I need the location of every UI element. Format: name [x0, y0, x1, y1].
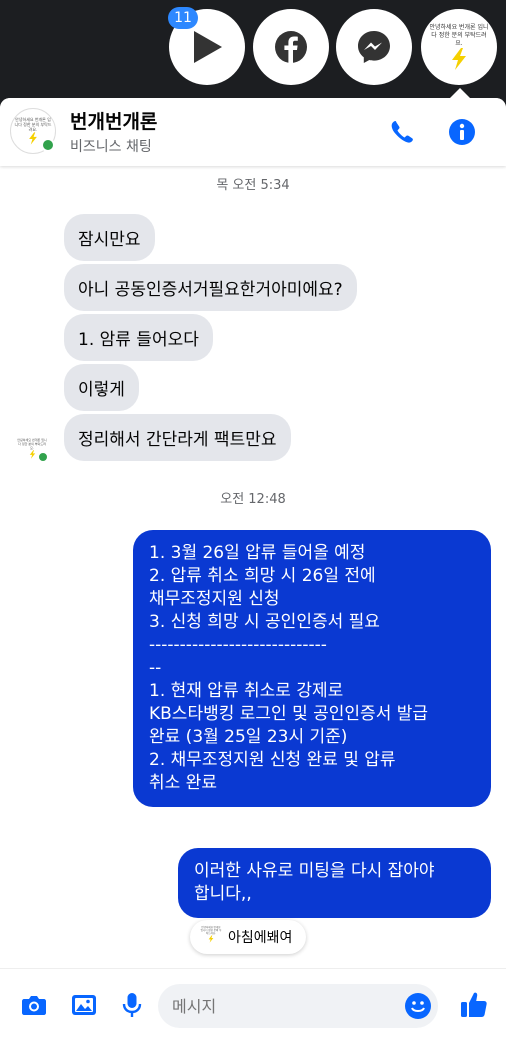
- sender-avatar-logo-text: 안녕하세요 번개론 입니다 정한 분의 부탁드려요.: [17, 437, 47, 450]
- typing-avatar-logo-text: 안녕하세요 번개론 입니다 정한 분의 부탁드려요.: [200, 926, 222, 935]
- unread-badge: 11: [168, 7, 198, 29]
- facebook-chat-head[interactable]: [253, 9, 329, 85]
- typing-name: 아침에봬여: [228, 930, 293, 946]
- lightning-icon: [29, 449, 35, 459]
- chat-heads-bar: 11 안녕하세요 번개론 입니다 정한 분의 부탁드려요.: [0, 0, 506, 98]
- incoming-message[interactable]: 아니 공동인증서거필요한거아미에요?: [64, 264, 357, 311]
- logo-text: 안녕하세요 번개론 입니다 정한 분의 부탁드려요.: [429, 24, 489, 47]
- contact-subtitle: 비즈니스 채팅: [70, 139, 152, 155]
- chat-panel: 안녕하세요 번개론 입니다 정한 분의 부탁드려요. 번개번개론 비즈니스 채팅…: [0, 98, 506, 1040]
- info-icon[interactable]: [448, 118, 476, 146]
- typing-indicator: 안녕하세요 번개론 입니다 정한 분의 부탁드려요. 아침에봬여: [190, 920, 307, 954]
- online-status-dot: [38, 452, 48, 462]
- message-input[interactable]: [158, 984, 438, 1028]
- bungae-chat-head[interactable]: 안녕하세요 번개론 입니다 정한 분의 부탁드려요.: [421, 9, 497, 85]
- microphone-icon[interactable]: [118, 991, 146, 1019]
- messenger-chat-head[interactable]: [336, 9, 412, 85]
- image-icon[interactable]: [70, 991, 98, 1019]
- message-list: 목 오전 5:34 잠시만요 아니 공동인증서거필요한거아미에요? 1. 암류 …: [0, 166, 506, 966]
- message-composer: [0, 968, 506, 1040]
- chat-header: 안녕하세요 번개론 입니다 정한 분의 부탁드려요. 번개번개론 비즈니스 채팅: [0, 98, 506, 166]
- camera-icon[interactable]: [20, 991, 48, 1019]
- emoji-icon[interactable]: [404, 992, 432, 1020]
- messenger-icon: [358, 31, 390, 63]
- play-icon: [194, 31, 222, 63]
- outgoing-message[interactable]: 1. 3월 26일 압류 들어올 예정 2. 압류 취소 희망 시 26일 전에…: [133, 530, 491, 807]
- lightning-icon: [29, 132, 37, 145]
- chat-head-pointer: [450, 88, 470, 98]
- timestamp: 목 오전 5:34: [216, 178, 290, 193]
- avatar-logo-text: 안녕하세요 번개론 입니다 정한 분의 부탁드려요.: [14, 117, 52, 132]
- typing-avatar: 안녕하세요 번개론 입니다 정한 분의 부탁드려요.: [200, 926, 222, 948]
- outgoing-message[interactable]: 이러한 사유로 미팅을 다시 잡아야 합니다,,: [178, 848, 491, 918]
- facebook-icon: [275, 31, 307, 63]
- contact-name[interactable]: 번개번개론: [70, 107, 157, 134]
- timestamp: 오전 12:48: [220, 492, 286, 507]
- incoming-message[interactable]: 이렇게: [64, 364, 139, 411]
- lightning-icon: [208, 935, 214, 943]
- lightning-icon: [452, 48, 466, 70]
- thumbs-up-icon[interactable]: [459, 989, 489, 1019]
- incoming-message[interactable]: 잠시만요: [64, 214, 155, 261]
- online-status-dot: [41, 138, 55, 152]
- incoming-message[interactable]: 1. 암류 들어오다: [64, 314, 213, 361]
- phone-icon[interactable]: [388, 118, 416, 146]
- incoming-message[interactable]: 정리해서 간단라게 팩트만요: [64, 414, 291, 461]
